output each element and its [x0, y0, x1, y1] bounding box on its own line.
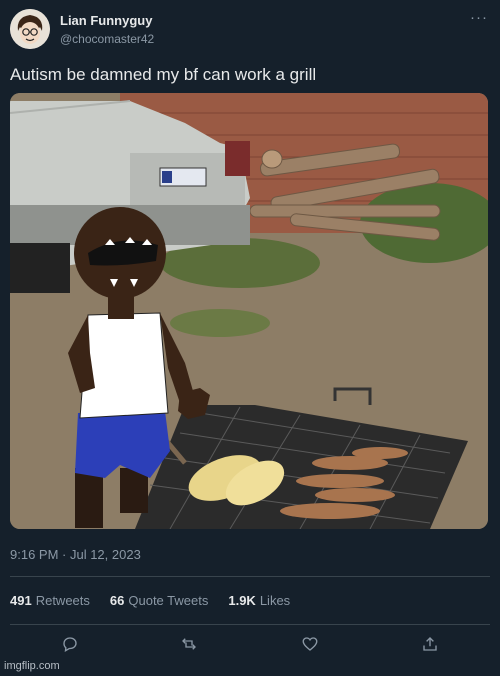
retweets-label: Retweets	[35, 593, 90, 608]
likes-count: 1.9K	[228, 593, 256, 608]
retweet-icon[interactable]	[177, 632, 201, 656]
avatar[interactable]	[10, 9, 50, 49]
imgflip-watermark: imgflip.com	[4, 660, 60, 672]
divider	[10, 624, 490, 625]
tweet-media-photo[interactable]	[10, 93, 488, 529]
tweet-actions	[10, 632, 490, 658]
quotes-count: 66	[109, 593, 125, 608]
tweet-text: Autism be damned my bf can work a grill	[10, 65, 317, 84]
quotes-stat[interactable]: 66 Quote Tweets	[110, 593, 208, 608]
retweets-stat[interactable]: 491 Retweets	[10, 593, 90, 608]
likes-label: Likes	[259, 593, 291, 608]
divider	[10, 576, 490, 577]
more-horizontal-icon[interactable]: ···	[470, 9, 488, 26]
tweet-header: Lian Funnyguy @chocomaster42 ···	[10, 9, 490, 53]
share-icon[interactable]	[418, 632, 442, 656]
quotes-label: Quote Tweets	[128, 593, 209, 608]
like-icon[interactable]	[298, 632, 322, 656]
reply-icon[interactable]	[58, 632, 82, 656]
tweet-stats: 491 Retweets 66 Quote Tweets 1.9K Likes	[10, 593, 290, 608]
retweets-count: 491	[10, 593, 32, 608]
likes-stat[interactable]: 1.9K Likes	[228, 593, 290, 608]
display-name[interactable]: Lian Funnyguy	[60, 13, 154, 29]
user-handle[interactable]: @chocomaster42	[60, 31, 154, 47]
user-names[interactable]: Lian Funnyguy @chocomaster42	[60, 13, 154, 47]
tweet-timestamp[interactable]: 9:16 PM · Jul 12, 2023	[10, 547, 141, 562]
